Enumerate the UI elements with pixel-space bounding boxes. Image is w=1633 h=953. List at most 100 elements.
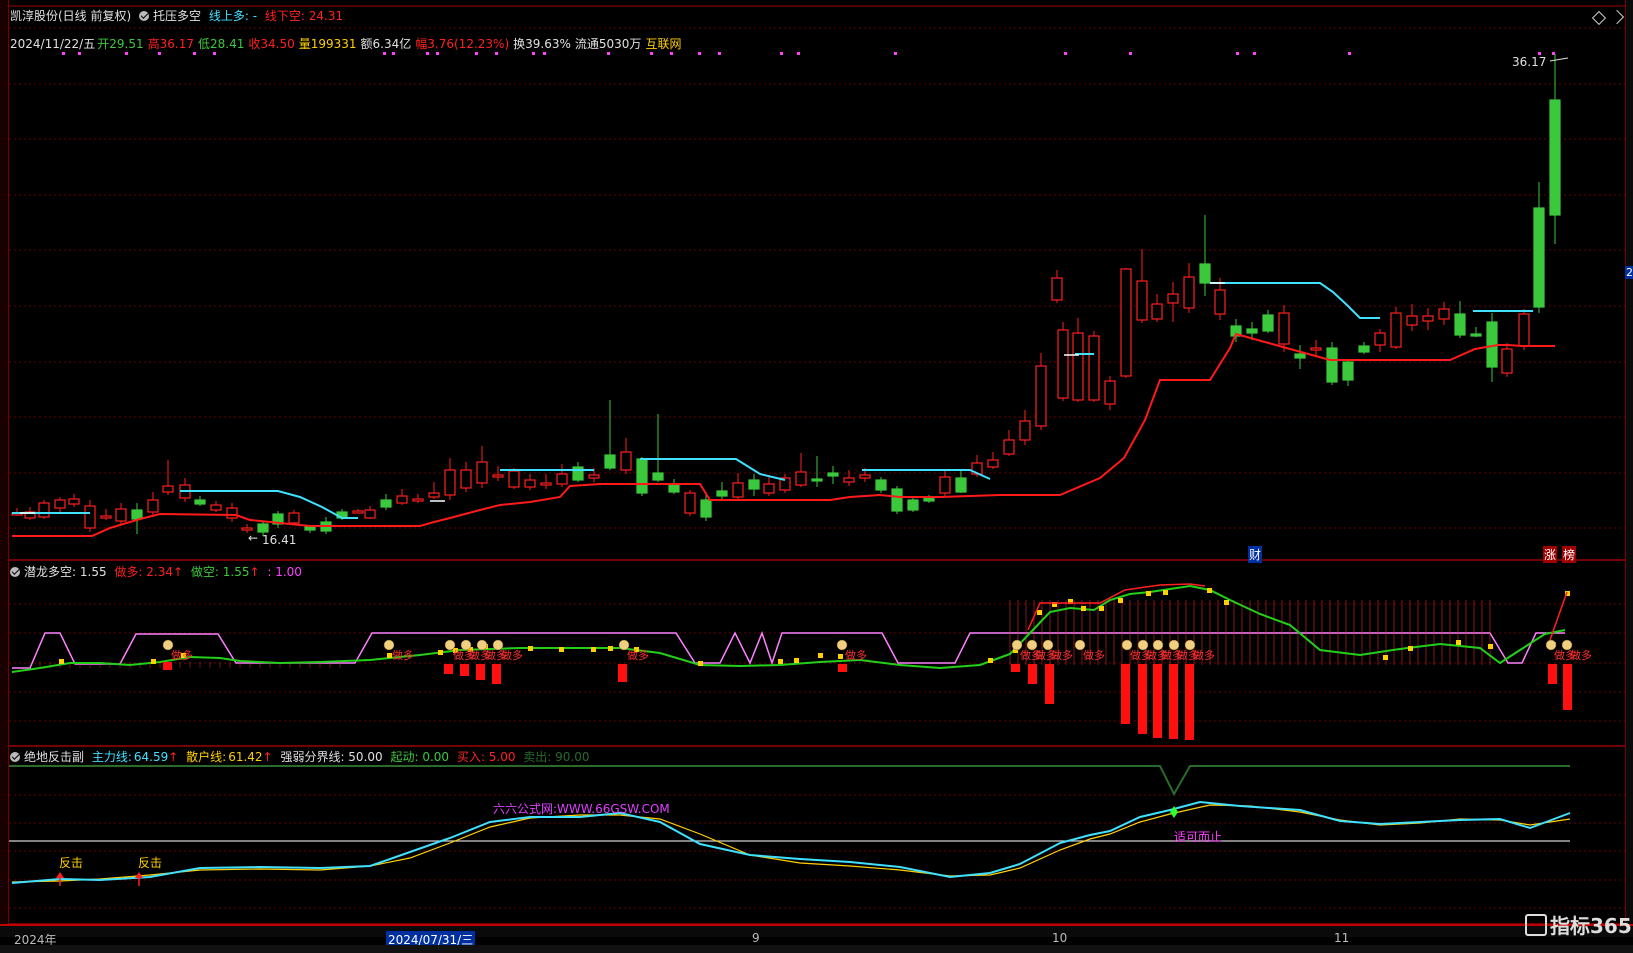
high-value: 36.17 [159,37,194,51]
signal-dot [780,52,783,55]
candle-body [1406,315,1418,326]
brand-name: 指标365 [1550,914,1632,938]
signal-dot [78,52,81,55]
candle-body [1167,293,1179,304]
candle-body [1088,335,1100,401]
candle-body [620,451,632,471]
event-limit-up-badge[interactable]: 涨 [1543,546,1558,563]
zuoduo-signal-label: 做多 [845,648,867,662]
candle-body [1104,380,1116,405]
candle-body [732,482,744,498]
time-axis-bar[interactable] [0,924,1633,937]
candle-body [859,474,871,479]
amplitude-value: 幅3.76(12.23%) [415,37,510,51]
stock-chart-canvas[interactable]: 做多 做多 做多做多做多做多 做多 做多 做多做多做多 做多 做多做多做多做多做多 做多做多 [0,0,1633,953]
signal-dot [718,52,721,55]
zuoduo-signal-label: 做多 [1083,648,1105,662]
candle-body [1422,315,1434,322]
candle-body [1533,207,1545,308]
buy-signal-arrow [135,872,143,878]
indicator-name[interactable]: 托压多空 [153,9,201,23]
candle-body [1035,365,1047,427]
up-arrow-icon: ↑ [249,565,260,579]
candle-body [1438,308,1450,320]
panel3-indicator-name[interactable]: 绝地反击副 [24,750,84,764]
signal-dot [193,52,196,55]
signal-dot [1253,52,1256,55]
candle-body [1136,280,1148,321]
signal-dot [1064,52,1067,55]
signal-dot [670,52,673,55]
signal-dot [650,52,653,55]
signal-dot [818,653,823,658]
bear-bar [838,664,847,672]
panel2-indicator-name[interactable]: 潜龙多空 [24,565,72,579]
low-value: 28.41 [209,37,245,51]
signal-dot [607,52,610,55]
zuoduo-signal-label: 做多 [1193,648,1215,662]
event-list-badge[interactable]: 榜 [1562,546,1577,563]
zuoduo-signal-label: 做多 [171,648,193,662]
candle-body [1246,328,1258,334]
candle-body [1294,353,1306,359]
candle-body [1057,329,1069,399]
open-label: 开 [97,37,110,51]
signal-dot [1383,655,1388,660]
candle-body [38,502,50,518]
candle-body [556,473,568,485]
sell-threshold-line [9,765,1570,797]
signal-dot [436,52,439,55]
panel2-toggle-icon[interactable] [10,567,20,577]
high-price-marker: 36.17 [1512,55,1547,69]
event-finance-badge[interactable]: 财 [1248,546,1263,563]
panel3-toggle-icon[interactable] [10,752,20,762]
candle-body [1151,303,1163,320]
high-label: 高 [147,37,160,51]
signal-dot [1037,610,1042,615]
signal-dot [1207,588,1212,593]
candle-body [147,499,159,513]
bear-bar [476,664,485,680]
bear-bar [1138,664,1147,734]
signal-dot [894,52,897,55]
signal-dot [698,661,703,666]
panel2-third-label: : 1.00 [267,565,302,579]
candle-body [572,466,584,481]
indicator-toggle-icon[interactable] [139,11,150,21]
signal-dot [1081,606,1086,611]
bottom-tab-strip[interactable] [0,945,1633,953]
candle-body [524,479,536,488]
candle-body [604,454,616,469]
signal-dot [1146,591,1151,596]
low-label: 低 [197,37,210,51]
candle-body [875,479,887,491]
float-shares-value: 流通5030万 [574,37,642,51]
signal-dot [1099,606,1104,611]
candle-body [1501,348,1513,374]
zuokong-label: 做空: 1.55 [190,565,250,579]
main-line-label: 主力线: [91,750,132,764]
sector-tag[interactable]: 互联网 [645,37,681,51]
main-line [11,800,1571,884]
signal-dot [1236,52,1239,55]
candle-body [1390,312,1402,348]
panel3-header: 绝地反击副 主力线: 64.59↑ 散户线: 61.42↑ 强弱分界线: 50.00… [10,748,594,765]
candle-body [1342,361,1354,381]
candle-body [716,490,728,497]
bear-bar [618,664,627,682]
candle-body [907,499,919,511]
candle-body [131,509,143,520]
stock-name[interactable]: 凯淳股份(日线 前复权) [10,9,131,23]
candle-body [1019,420,1031,441]
signal-dot [1129,52,1132,55]
fanji-label-1: 反击 [59,856,84,870]
candle-body [210,504,222,511]
up-arrow-icon: ↑ [173,565,184,579]
candle-body [923,497,935,502]
bear-bar [1011,664,1020,672]
candle-body [288,512,300,524]
bear-bar [444,664,453,674]
candle-body [460,469,472,489]
candle-body [1120,268,1132,377]
signal-dot [1224,600,1229,605]
